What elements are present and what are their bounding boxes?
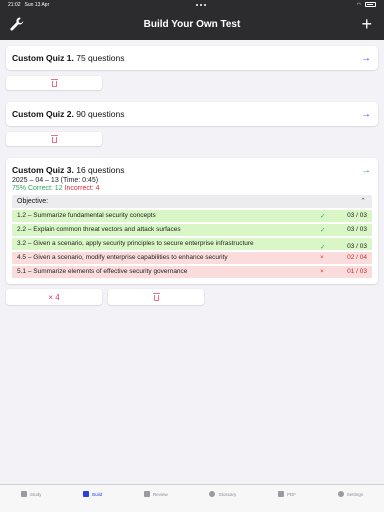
tab-pdf[interactable]: PDF [278,491,296,497]
arrow-right-icon[interactable]: → [361,53,371,64]
objective-text: 2.2 – Explain common threat vectors and … [17,226,181,233]
objective-text: 5.1 – Summarize elements of effective se… [17,268,188,275]
correct-count: Correct: 12 [27,185,63,192]
retry-incorrect-button[interactable]: × 4 [6,289,102,305]
quiz-title: Custom Quiz 2. 90 questions [12,109,372,119]
page-title: Build Your Own Test [143,19,241,30]
trash-icon [50,135,58,143]
status-bar: 21:02 Sun 13 Apr ◠ [0,0,384,9]
tab-build[interactable]: Build [83,491,102,497]
cross-icon: × [320,268,324,275]
tab-review[interactable]: Review [143,491,168,497]
objective-text: 3.2 – Given a scenario, apply security p… [17,240,254,247]
objective-score: 02 / 04 [347,254,367,261]
quiz-date-time: 2025 – 04 – 13 (Time: 0:45) [12,177,99,184]
tab-label: Study [29,491,42,497]
delete-quiz-button[interactable] [108,289,204,305]
wrench-icon[interactable] [9,16,25,32]
quiz-name: Custom Quiz 3. [12,165,74,175]
quiz-title: Custom Quiz 3. 16 questions [12,165,372,175]
objective-text: 4.5 – Given a scenario, modify enterpris… [17,254,228,261]
arrow-right-icon[interactable]: → [361,165,371,176]
chevron-up-icon: ⌃ [360,198,366,205]
tab-label: Settings [346,491,364,497]
stack-icon [143,491,150,497]
objective-score: 03 / 03 [347,243,367,250]
trash-icon [152,293,160,301]
objective-score: 03 / 03 [347,226,367,233]
quiz-question-count: 90 questions [73,109,125,119]
quiz-list: Custom Quiz 1. 75 questions → Custom Qui… [6,46,378,305]
objective-label: Objective: [17,198,49,205]
tab-bar: Study Build Review Glossary PDF Settings [0,484,384,512]
search-icon [209,491,216,497]
quiz-card-1[interactable]: Custom Quiz 1. 75 questions → [6,46,378,70]
navigation-bar: Build Your Own Test + [0,9,384,40]
objective-toggle[interactable]: Objective: ⌃ [12,195,372,208]
quiz-card-2[interactable]: Custom Quiz 2. 90 questions → [6,102,378,126]
status-date: Sun 13 Apr [24,1,50,8]
objective-score: 01 / 03 [347,268,367,275]
tab-glossary[interactable]: Glossary [209,491,236,497]
gear-icon [337,491,344,497]
quiz-stats: 75% Correct: 12 Incorrect: 4 [12,185,372,192]
battery-icon [365,2,377,7]
objective-row: 2.2 – Explain common threat vectors and … [12,224,372,236]
delete-quiz-button[interactable] [6,76,102,90]
quiz-card-3[interactable]: Custom Quiz 3. 16 questions → 2025 – 04 … [6,158,378,284]
quiz-3-actions: × 4 [6,289,378,305]
quiz-question-count: 16 questions [73,165,125,175]
wrench-icon [83,491,90,497]
trash-icon [50,79,58,87]
cross-icon: × [320,254,324,261]
quiz-question-count: 75 questions [73,53,125,63]
incorrect-count: Incorrect: 4 [64,185,100,192]
quiz-name: Custom Quiz 1. [12,53,74,63]
book-icon [20,491,27,497]
checkmark-icon: ✓ [320,244,326,251]
plus-icon[interactable]: + [361,15,372,33]
tab-label: Glossary [218,491,237,497]
tab-study[interactable]: Study [20,491,42,497]
quiz-name: Custom Quiz 2. [12,109,74,119]
quiz-title: Custom Quiz 1. 75 questions [12,53,372,63]
objective-score: 03 / 03 [347,212,367,219]
score-percent: 75% [12,185,27,192]
checkmark-icon: ✓ [320,227,326,234]
multitasking-dots[interactable] [196,3,207,6]
wifi-icon: ◠ [356,1,362,8]
status-time: 21:02 [8,1,21,8]
delete-quiz-button[interactable] [6,132,102,146]
objective-text: 1.2 – Summarize fundamental security con… [17,212,156,219]
arrow-right-icon[interactable]: → [361,109,371,120]
tab-label: Build [92,491,103,497]
objective-row: 3.2 – Given a scenario, apply security p… [12,238,372,251]
tab-settings[interactable]: Settings [337,491,364,497]
tab-label: Review [152,491,168,497]
tab-label: PDF [287,491,296,497]
objective-row: 5.1 – Summarize elements of effective se… [12,266,372,278]
pdf-icon [278,491,284,497]
objective-row: 1.2 – Summarize fundamental security con… [12,210,372,222]
checkmark-icon: ✓ [320,213,326,220]
objective-row: 4.5 – Given a scenario, modify enterpris… [12,252,372,264]
